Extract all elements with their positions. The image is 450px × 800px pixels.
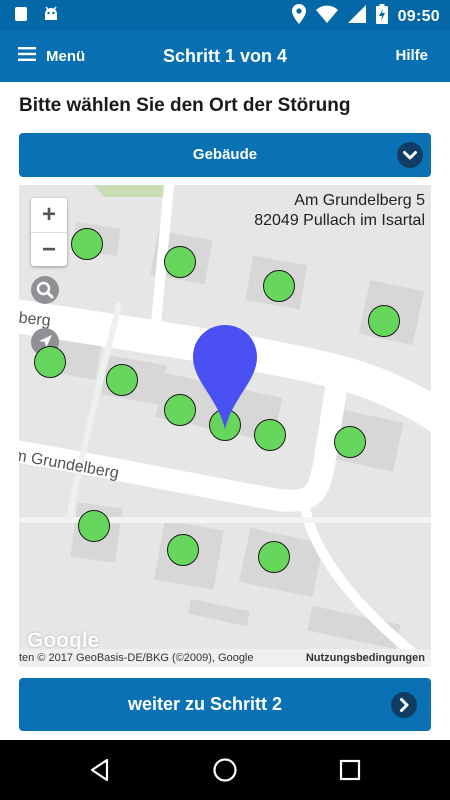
map-view[interactable]: lberg m Grundelberg Am Grundelberg 5 820…: [19, 185, 431, 667]
search-icon: [36, 281, 54, 299]
zoom-control: + −: [31, 198, 67, 266]
help-button[interactable]: Hilfe: [395, 30, 428, 82]
address-street: Am Grundelberg 5: [294, 192, 425, 209]
signal-icon: [347, 5, 366, 28]
recents-button[interactable]: [336, 756, 364, 784]
map-search-button[interactable]: [31, 276, 59, 304]
location-icon: [291, 4, 306, 29]
status-bar: 09:50: [0, 0, 450, 30]
building-marker[interactable]: [164, 394, 196, 426]
notification-square-icon: [14, 6, 28, 27]
battery-charging-icon: [375, 4, 388, 29]
back-button[interactable]: [86, 756, 114, 784]
zoom-out-button[interactable]: −: [31, 232, 67, 266]
building-marker[interactable]: [71, 228, 103, 260]
building-marker[interactable]: [254, 419, 286, 451]
app-bar: Menü Schritt 1 von 4 Hilfe: [0, 30, 450, 82]
address-city: 82049 Pullach im Isartal: [254, 212, 425, 229]
building-marker[interactable]: [258, 541, 290, 573]
selected-location-pin-icon[interactable]: [193, 325, 257, 429]
map-attribution: ten © 2017 GeoBasis-DE/BKG (©2009), Goog…: [19, 652, 254, 664]
building-marker[interactable]: [34, 346, 66, 378]
menu-label: Menü: [46, 47, 86, 65]
next-step-label: weiter zu Schritt 2: [127, 694, 283, 714]
building-marker[interactable]: [167, 534, 199, 566]
zoom-in-button[interactable]: +: [31, 198, 67, 232]
building-marker[interactable]: [368, 305, 400, 337]
dropdown-selected-value: Gebäude: [192, 146, 258, 163]
system-navigation-bar: [0, 740, 450, 800]
building-marker[interactable]: [263, 270, 295, 302]
map-attribution-bar: ten © 2017 GeoBasis-DE/BKG (©2009), Goog…: [19, 649, 431, 667]
clock: 09:50: [397, 7, 440, 25]
next-step-button[interactable]: weiter zu Schritt 2: [19, 678, 431, 731]
terms-link[interactable]: Nutzungsbedingungen: [306, 649, 425, 667]
hamburger-icon: [18, 46, 36, 66]
building-marker[interactable]: [78, 510, 110, 542]
chevron-right-icon: [391, 692, 417, 718]
android-icon: [42, 5, 60, 28]
menu-button[interactable]: Menü: [18, 30, 85, 82]
building-marker[interactable]: [164, 246, 196, 278]
back-triangle-icon: [90, 758, 109, 782]
recents-square-icon: [339, 759, 361, 781]
chevron-down-icon: [397, 142, 423, 168]
location-type-dropdown[interactable]: Gebäude: [19, 133, 431, 177]
building-marker[interactable]: [334, 426, 366, 458]
home-circle-icon: [213, 758, 237, 782]
home-button[interactable]: [211, 756, 239, 784]
section-heading: Bitte wählen Sie den Ort der Störung: [19, 95, 351, 116]
wifi-icon: [315, 5, 338, 28]
app-screen: 09:50 Menü Schritt 1 von 4 Hilfe Bitte w…: [0, 0, 450, 800]
building-marker[interactable]: [106, 364, 138, 396]
map-address: Am Grundelberg 5 82049 Pullach im Isarta…: [254, 191, 425, 231]
